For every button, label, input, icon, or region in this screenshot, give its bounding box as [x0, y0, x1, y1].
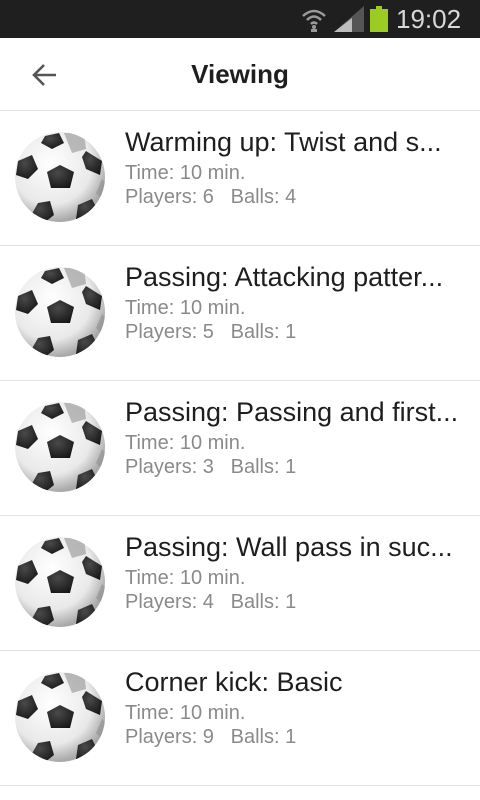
exercise-players: Players: 4 — [125, 591, 214, 613]
exercise-title: Corner kick: Basic — [125, 667, 343, 697]
list-item[interactable]: Warming up: Twist and s... Time: 10 min.… — [0, 111, 480, 246]
exercise-players: Players: 5 — [125, 321, 214, 343]
soccer-ball-icon — [14, 671, 106, 763]
exercise-title: Warming up: Twist and s... — [125, 127, 442, 157]
list-item[interactable]: Passing: Passing and first... Time: 10 m… — [0, 381, 480, 516]
list-item[interactable]: Corner kick: Basic Time: 10 min. Players… — [0, 651, 480, 786]
exercise-players: Players: 9 — [125, 726, 214, 748]
soccer-ball-icon — [14, 131, 106, 223]
exercise-meta: Players: 5 Balls: 1 — [125, 320, 296, 344]
exercise-balls: Balls: 1 — [230, 726, 297, 748]
exercise-players: Players: 6 — [125, 186, 214, 208]
exercise-meta: Players: 6 Balls: 4 — [125, 185, 296, 209]
status-bar: 19:02 — [0, 0, 480, 38]
battery-icon — [370, 6, 388, 32]
exercise-time: Time: 10 min. — [125, 567, 246, 589]
exercise-balls: Balls: 4 — [230, 186, 297, 208]
soccer-ball-icon — [14, 266, 106, 358]
signal-icon — [334, 6, 364, 32]
status-time: 19:02 — [396, 4, 462, 34]
exercise-meta: Players: 9 Balls: 1 — [125, 725, 296, 749]
exercise-title: Passing: Wall pass in suc... — [125, 532, 453, 562]
page-title: Viewing — [191, 59, 289, 89]
exercise-meta: Players: 3 Balls: 1 — [125, 455, 296, 479]
exercise-list: Warming up: Twist and s... Time: 10 min.… — [0, 111, 480, 786]
exercise-time: Time: 10 min. — [125, 162, 246, 184]
exercise-balls: Balls: 1 — [230, 321, 297, 343]
exercise-balls: Balls: 1 — [230, 456, 297, 478]
exercise-time: Time: 10 min. — [125, 297, 246, 319]
exercise-title: Passing: Passing and first... — [125, 397, 459, 427]
exercise-time: Time: 10 min. — [125, 702, 246, 724]
exercise-title: Passing: Attacking patter... — [125, 262, 444, 292]
exercise-time: Time: 10 min. — [125, 432, 246, 454]
app-bar: Viewing — [0, 38, 480, 111]
list-item[interactable]: Passing: Wall pass in suc... Time: 10 mi… — [0, 516, 480, 651]
soccer-ball-icon — [14, 536, 106, 628]
exercise-balls: Balls: 1 — [230, 591, 297, 613]
exercise-players: Players: 3 — [125, 456, 214, 478]
soccer-ball-icon — [14, 401, 106, 493]
list-item[interactable]: Passing: Attacking patter... Time: 10 mi… — [0, 246, 480, 381]
wifi-icon — [302, 9, 326, 32]
exercise-meta: Players: 4 Balls: 1 — [125, 590, 296, 614]
